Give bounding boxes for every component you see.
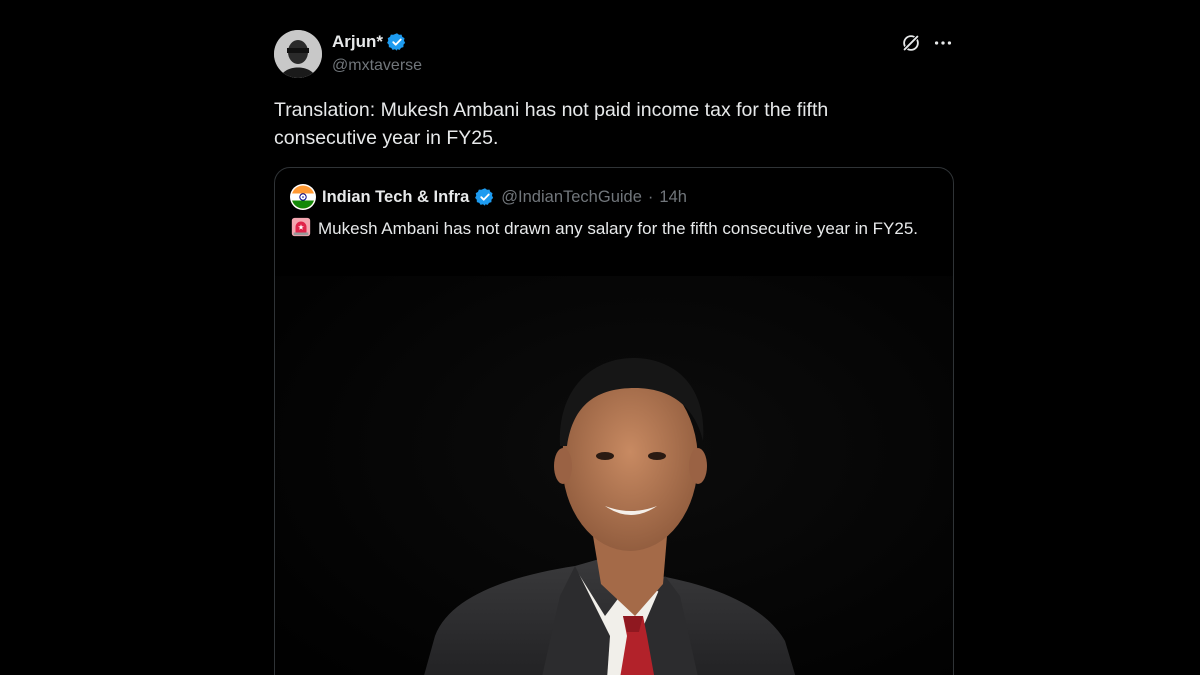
tweet-page: Arjun* @mxtaverse Translation: Mukesh Am… bbox=[0, 0, 1200, 675]
quoted-tweet-body: Mukesh Ambani has not drawn any salary f… bbox=[290, 216, 940, 241]
quoted-tweet-text: Mukesh Ambani has not drawn any salary f… bbox=[318, 219, 919, 238]
more-icon[interactable] bbox=[932, 32, 954, 54]
quoted-tweet-header: Indian Tech & Infra @IndianTechGuide · 1… bbox=[290, 184, 687, 210]
quoted-verified-badge-icon bbox=[475, 187, 495, 207]
quoted-author-display-name[interactable]: Indian Tech & Infra bbox=[322, 188, 469, 207]
author-handle[interactable]: @mxtaverse bbox=[332, 57, 422, 75]
quoted-separator: · bbox=[647, 187, 654, 206]
author-name-row[interactable]: Arjun* bbox=[332, 31, 407, 53]
quoted-tweet-photo[interactable] bbox=[275, 276, 953, 675]
siren-icon bbox=[290, 216, 312, 238]
quoted-timestamp[interactable]: 14h bbox=[659, 188, 687, 207]
quoted-author-avatar[interactable] bbox=[290, 184, 316, 210]
author-avatar[interactable] bbox=[274, 30, 322, 78]
quoted-tweet-card[interactable]: Indian Tech & Infra @IndianTechGuide · 1… bbox=[274, 167, 954, 675]
verified-badge-icon bbox=[387, 32, 407, 52]
author-display-name[interactable]: Arjun* bbox=[332, 32, 383, 52]
grok-icon[interactable] bbox=[900, 32, 922, 54]
tweet-text: Translation: Mukesh Ambani has not paid … bbox=[274, 99, 829, 149]
quoted-author-handle[interactable]: @IndianTechGuide bbox=[501, 188, 642, 207]
